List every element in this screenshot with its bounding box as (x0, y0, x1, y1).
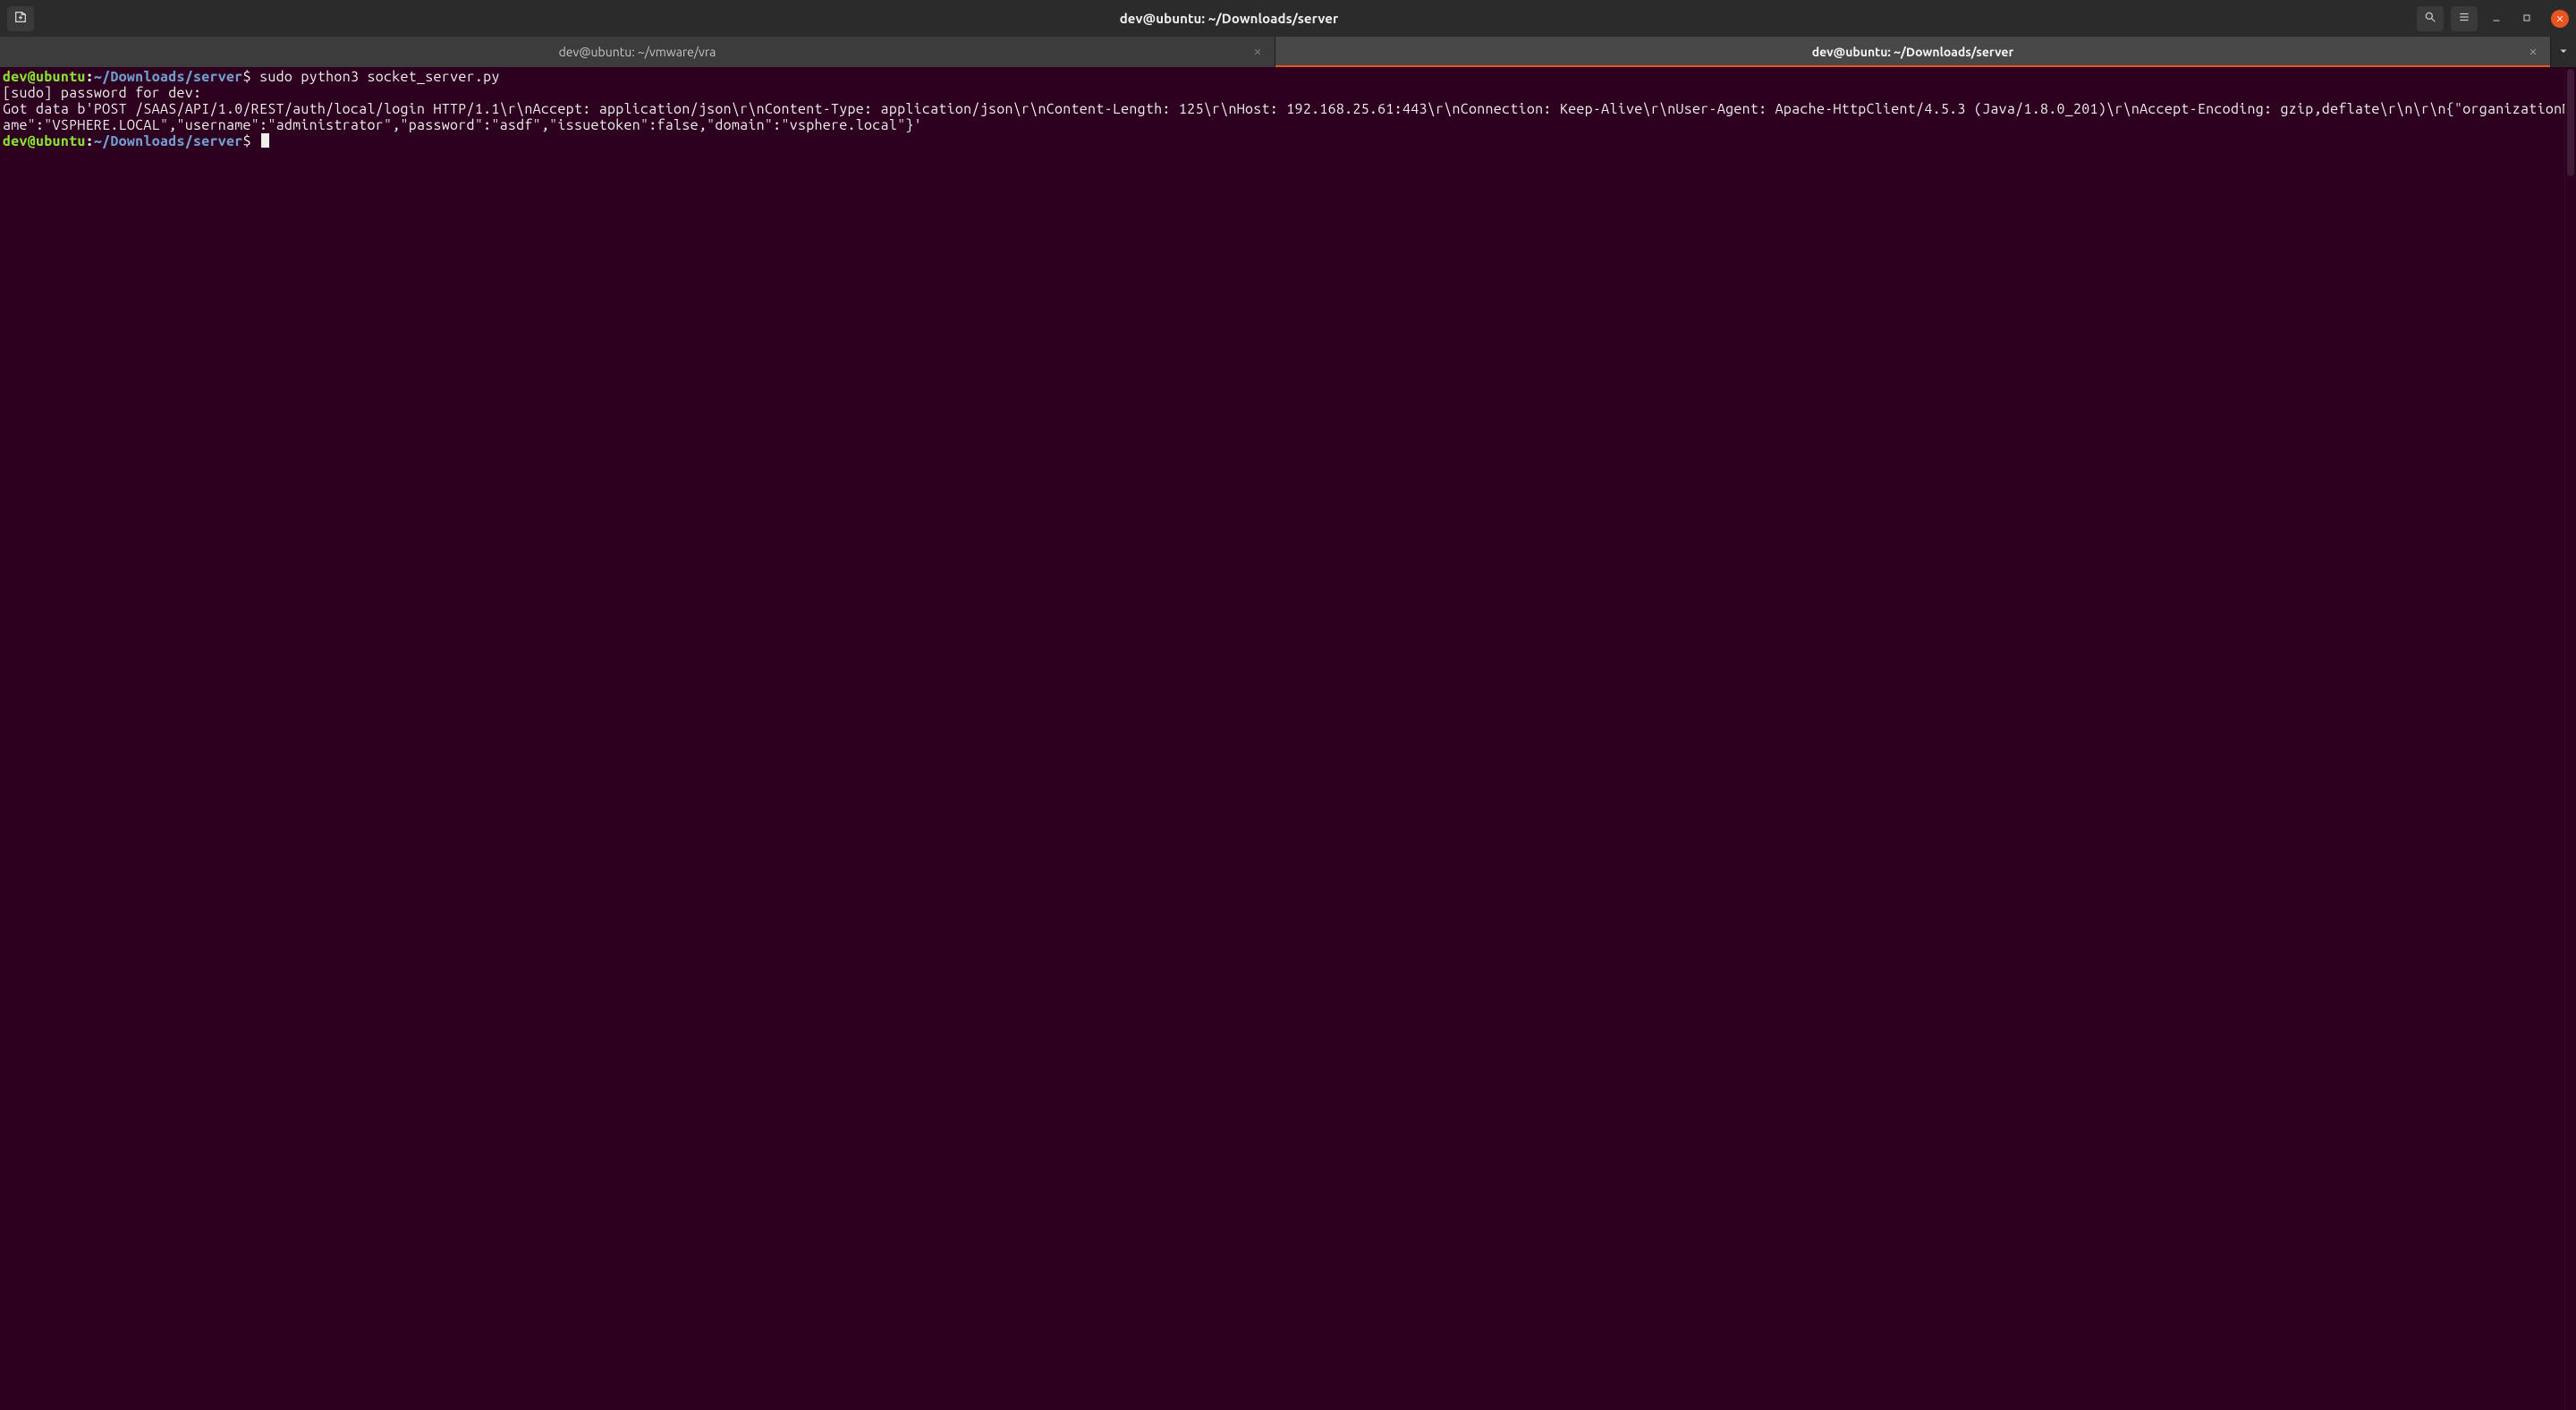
search-icon (2424, 11, 2436, 27)
window-close-button[interactable] (2551, 10, 2569, 28)
tab-label: dev@ubuntu: ~/vmware/vra (559, 45, 716, 59)
close-icon (1253, 45, 1262, 59)
tab-label: dev@ubuntu: ~/Downloads/server (1812, 45, 2014, 59)
close-icon (2555, 11, 2564, 27)
terminal-container: dev@ubuntu:~/Downloads/server$ sudo pyth… (0, 67, 2576, 1410)
close-icon (2529, 45, 2538, 59)
terminal-scrollbar[interactable] (2564, 67, 2576, 1410)
terminal-output-line: Got data b'POST /SAAS/API/1.0/REST/auth/… (3, 101, 2571, 133)
prompt-path: ~/Downloads/server (94, 69, 243, 85)
titlebar-right-controls (2417, 6, 2569, 31)
tab-close-button[interactable] (2525, 44, 2541, 60)
tab-close-button[interactable] (1250, 44, 1266, 60)
new-tab-button[interactable] (7, 6, 34, 31)
hamburger-icon (2458, 11, 2470, 27)
window-minimize-button[interactable] (2485, 7, 2508, 30)
chevron-down-icon (2558, 45, 2569, 59)
prompt-colon: : (86, 133, 94, 149)
prompt-dollar: $ (243, 133, 251, 149)
prompt-dollar: $ (243, 69, 251, 85)
window-title: dev@ubuntu: ~/Downloads/server (41, 11, 2417, 26)
terminal[interactable]: dev@ubuntu:~/Downloads/server$ sudo pyth… (0, 67, 2576, 1410)
tab-vmware-vra[interactable]: dev@ubuntu: ~/vmware/vra (0, 37, 1275, 67)
window-maximize-button[interactable] (2515, 7, 2538, 30)
terminal-output-line: [sudo] password for dev: (3, 85, 201, 101)
terminal-command (251, 133, 259, 149)
new-tab-icon (13, 10, 28, 28)
maximize-icon (2521, 11, 2532, 27)
tabbar: dev@ubuntu: ~/vmware/vra dev@ubuntu: ~/D… (0, 37, 2576, 67)
terminal-command: sudo python3 socket_server.py (251, 69, 500, 85)
prompt-user-host: dev@ubuntu (3, 133, 86, 149)
search-button[interactable] (2417, 6, 2444, 31)
terminal-cursor (261, 133, 269, 148)
hamburger-menu-button[interactable] (2451, 6, 2478, 31)
minimize-icon (2491, 11, 2502, 27)
prompt-colon: : (86, 69, 94, 85)
prompt-path: ~/Downloads/server (94, 133, 243, 149)
tab-overflow-button[interactable] (2551, 37, 2576, 67)
tab-downloads-server[interactable]: dev@ubuntu: ~/Downloads/server (1275, 37, 2551, 67)
prompt-user-host: dev@ubuntu (3, 69, 86, 85)
scrollbar-thumb[interactable] (2567, 69, 2574, 176)
titlebar: dev@ubuntu: ~/Downloads/server (0, 0, 2576, 37)
